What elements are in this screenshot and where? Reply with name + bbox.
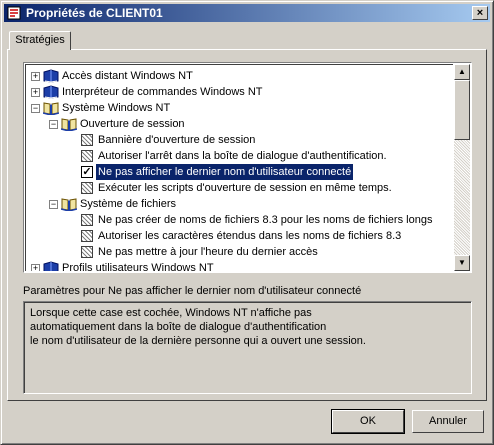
description-label: Paramètres pour Ne pas afficher le derni…: [23, 285, 362, 297]
tree-item[interactable]: + Interpréteur de commandes Windows NT: [26, 84, 453, 100]
tree-item[interactable]: Ne pas mettre à jour l'heure du dernier …: [26, 244, 453, 260]
tree-item[interactable]: − Système Windows NT: [26, 100, 453, 116]
tree-item-label: Accès distant Windows NT: [62, 70, 193, 82]
expand-icon[interactable]: +: [31, 264, 40, 271]
description-line: le nom d'utilisateur de la dernière pers…: [30, 335, 366, 347]
description-line: automatiquement dans la boîte de dialogu…: [30, 321, 327, 333]
tree-item-label: Exécuter les scripts d'ouverture de sess…: [98, 182, 392, 194]
book-icon: [43, 85, 59, 99]
tree-item[interactable]: − Ouverture de session: [26, 116, 453, 132]
tree-item-label: Bannière d'ouverture de session: [98, 134, 256, 146]
expand-icon[interactable]: +: [31, 72, 40, 81]
tree-item-label: Interpréteur de commandes Windows NT: [62, 86, 263, 98]
tree-item-label: Profils utilisateurs Windows NT: [62, 262, 214, 271]
tree-item-label: Ne pas mettre à jour l'heure du dernier …: [98, 246, 318, 258]
cancel-button[interactable]: Annuler: [412, 410, 484, 433]
tree-item-label: Ne pas afficher le dernier nom d'utilisa…: [94, 163, 355, 181]
tree-item-label: Autoriser les caractères étendus dans le…: [98, 230, 402, 242]
policy-icon[interactable]: [81, 230, 93, 242]
tree-item[interactable]: − Système de fichiers: [26, 196, 453, 212]
policy-tree[interactable]: + Accès distant Windows NT + Interpréteur d…: [23, 62, 472, 273]
tree-item[interactable]: Bannière d'ouverture de session: [26, 132, 453, 148]
open-book-icon: [60, 197, 78, 212]
title-bar[interactable]: Propriétés de CLIENT01 ×: [4, 4, 490, 22]
tree-item[interactable]: + Profils utilisateurs Windows NT: [26, 260, 453, 271]
tree-item[interactable]: ✓ Ne pas afficher le dernier nom d'utilis…: [26, 163, 453, 181]
tree-item-label: Ne pas créer de noms de fichiers 8.3 pou…: [98, 214, 433, 226]
scroll-up-button[interactable]: ▲: [454, 64, 470, 80]
tree-item-label: Autoriser l'arrêt dans la boîte de dialo…: [98, 150, 387, 162]
scroll-down-button[interactable]: ▼: [454, 255, 470, 271]
close-button[interactable]: ×: [472, 6, 488, 20]
tree-item[interactable]: Exécuter les scripts d'ouverture de sess…: [26, 180, 453, 196]
tab-strategies[interactable]: Stratégies: [9, 31, 71, 50]
policy-icon[interactable]: [81, 246, 93, 258]
tree-item-label: Ouverture de session: [80, 118, 185, 130]
collapse-icon[interactable]: −: [49, 120, 58, 129]
open-book-icon: [60, 117, 78, 132]
policy-icon[interactable]: [81, 134, 93, 146]
policy-icon[interactable]: [81, 150, 93, 162]
tree-item[interactable]: + Accès distant Windows NT: [26, 68, 453, 84]
checkbox-checked-icon[interactable]: ✓: [81, 166, 93, 178]
tree-item-label: Système de fichiers: [80, 198, 176, 210]
policy-app-icon: [7, 6, 21, 20]
tree-item-label: Système Windows NT: [62, 102, 171, 114]
properties-window: Propriétés de CLIENT01 × Stratégies + Acc…: [0, 0, 494, 445]
tree-item[interactable]: Autoriser l'arrêt dans la boîte de dialo…: [26, 148, 453, 164]
ok-button[interactable]: OK: [331, 409, 405, 434]
collapse-icon[interactable]: −: [49, 200, 58, 209]
scroll-thumb[interactable]: [454, 80, 470, 140]
tree-viewport: + Accès distant Windows NT + Interpréteur d…: [25, 64, 453, 271]
tree-item[interactable]: Ne pas créer de noms de fichiers 8.3 pou…: [26, 212, 453, 228]
vertical-scrollbar[interactable]: ▲ ▼: [454, 64, 470, 271]
book-icon: [43, 69, 59, 83]
description-box: Lorsque cette case est cochée, Windows N…: [23, 301, 472, 394]
book-icon: [43, 261, 59, 271]
tree-item[interactable]: Autoriser les caractères étendus dans le…: [26, 228, 453, 244]
window-title: Propriétés de CLIENT01: [26, 6, 163, 20]
expand-icon[interactable]: +: [31, 88, 40, 97]
policy-icon[interactable]: [81, 182, 93, 194]
description-line: Lorsque cette case est cochée, Windows N…: [30, 307, 312, 319]
collapse-icon[interactable]: −: [31, 104, 40, 113]
open-book-icon: [42, 101, 60, 116]
policy-icon[interactable]: [81, 214, 93, 226]
